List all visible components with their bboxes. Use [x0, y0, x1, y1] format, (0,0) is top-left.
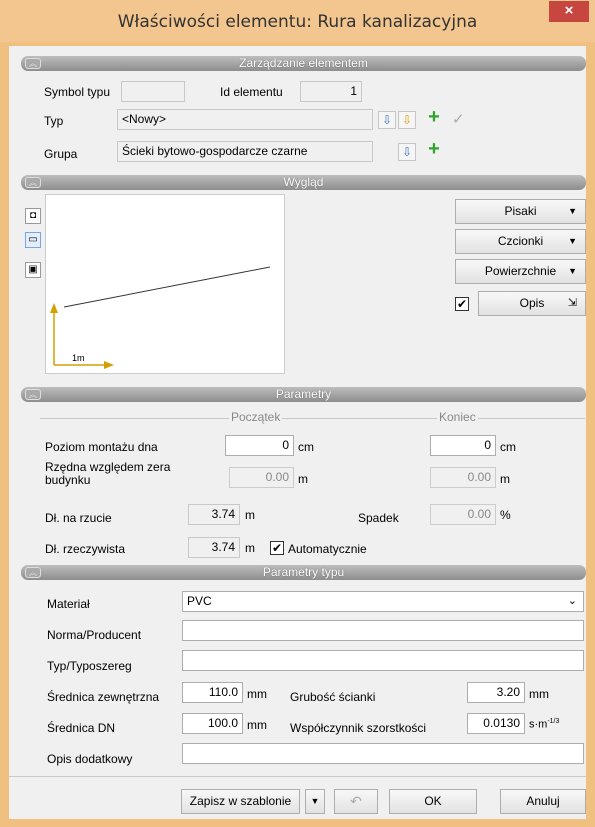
fonts-button[interactable]: Czcionki ▼ — [455, 229, 586, 254]
collapse-icon[interactable]: ︽ — [25, 389, 41, 400]
collapse-icon[interactable]: ︽ — [25, 177, 41, 188]
surfaces-button[interactable]: Powierzchnie ▼ — [455, 259, 586, 284]
ordinate-start-field[interactable]: 0.00 — [229, 467, 294, 488]
projection-field[interactable]: 3.74 — [188, 504, 240, 525]
collapse-icon[interactable]: ︽ — [25, 567, 41, 578]
extra-description-field[interactable] — [182, 743, 584, 764]
unit-m: m — [298, 472, 308, 486]
unit-m: m — [500, 472, 510, 486]
type-field[interactable]: <Nowy> — [117, 109, 373, 130]
unit-percent: % — [500, 508, 511, 522]
preview-canvas: 1m — [45, 194, 285, 374]
section-appearance-header[interactable]: ︽ Wygląd — [21, 175, 586, 190]
series-field[interactable] — [182, 650, 584, 671]
roughness-field[interactable]: 0.0130 — [467, 713, 525, 734]
unit-m: m — [245, 508, 255, 522]
save-template-button[interactable]: Zapisz w szablonie — [181, 789, 300, 814]
save-template-dropdown[interactable]: ▼ — [305, 789, 325, 814]
window-title: Właściwości elementu: Rura kanalizacyjna — [117, 12, 478, 32]
end-header: Koniec — [437, 410, 478, 424]
auto-checkbox[interactable]: ✔ — [270, 541, 284, 555]
mount-label: Poziom montażu dna — [45, 440, 158, 454]
material-label: Materiał — [47, 597, 90, 611]
norm-field[interactable] — [182, 620, 584, 641]
series-label: Typ/Typoszereg — [47, 659, 132, 673]
projection-label: Dł. na rzucie — [45, 511, 112, 525]
roughness-label: Współczynnik szorstkości — [290, 721, 427, 735]
group-label: Grupa — [44, 147, 78, 161]
symbol-label: Symbol typu — [44, 85, 111, 99]
chevron-down-icon: ⌄ — [567, 595, 577, 607]
norm-label: Norma/Producent — [47, 628, 142, 642]
symbol-field[interactable] — [121, 81, 185, 102]
unit-cm: cm — [500, 440, 516, 454]
pens-button[interactable]: Pisaki ▼ — [455, 199, 586, 224]
column-group-line — [40, 418, 585, 419]
section-type-parameters-header[interactable]: ︽ Parametry typu — [21, 565, 586, 580]
ok-button[interactable]: OK — [389, 789, 477, 814]
y-arrow-icon — [50, 303, 58, 313]
cancel-button[interactable]: Anuluj — [500, 789, 586, 814]
unit-mm: mm — [247, 718, 267, 732]
slope-field[interactable]: 0.00 — [430, 504, 496, 525]
dropdown-arrow-icon: ▼ — [310, 796, 320, 806]
dropdown-arrow-icon: ▼ — [568, 266, 577, 276]
auto-label: Automatycznie — [288, 542, 367, 556]
collapse-icon[interactable]: ︽ — [25, 58, 41, 69]
id-field[interactable]: 1 — [300, 81, 362, 102]
mount-start-field[interactable]: 0 — [225, 435, 294, 456]
export-icon: ⇲ — [567, 297, 577, 309]
opis-checkbox[interactable]: ✔ — [455, 297, 469, 311]
dn-diameter-field[interactable]: 100.0 — [182, 713, 243, 734]
undo-icon: ↶ — [350, 793, 362, 809]
wall-thickness-label: Grubość ścianki — [290, 690, 376, 704]
outer-diameter-field[interactable]: 110.0 — [182, 682, 243, 703]
check-icon[interactable]: ✓ — [452, 110, 465, 128]
type-label: Typ — [44, 114, 64, 128]
slope-label: Spadek — [358, 511, 399, 525]
extra-description-label: Opis dodatkowy — [47, 752, 133, 766]
section-management-header[interactable]: ︽ Zarządzanie elementem — [21, 56, 586, 71]
unit-cm: cm — [298, 440, 314, 454]
roughness-unit: s·m-1/3 — [529, 718, 560, 731]
start-header: Początek — [229, 410, 283, 424]
footer-separator — [9, 776, 586, 777]
unit-mm: mm — [529, 687, 549, 701]
undo-button[interactable]: ↶ — [334, 789, 378, 814]
dn-diameter-label: Średnica DN — [47, 721, 116, 735]
preview-drawing — [50, 266, 271, 369]
group-field[interactable]: Ścieki bytowo-gospodarcze czarne — [117, 141, 373, 162]
dropdown-arrow-icon: ▼ — [568, 236, 577, 246]
real-length-label: Dł. rzeczywista — [45, 542, 126, 556]
pipe-line — [63, 266, 271, 308]
save-type-icon[interactable]: ⇩ — [398, 111, 416, 129]
unit-mm: mm — [247, 687, 267, 701]
add-group-icon[interactable]: + — [424, 139, 444, 162]
dropdown-arrow-icon: ▼ — [568, 206, 577, 216]
close-button[interactable]: × — [549, 1, 589, 22]
material-select[interactable]: PVC ⌄ — [182, 591, 584, 612]
camera-icon[interactable]: ◘ — [25, 208, 41, 224]
unit-m: m — [245, 541, 255, 555]
id-label: Id elementu — [220, 85, 283, 99]
wall-thickness-field[interactable]: 3.20 — [467, 682, 525, 703]
scale-label: 1m — [72, 353, 85, 363]
outer-diameter-label: Średnica zewnętrzna — [47, 690, 160, 704]
load-type-icon[interactable]: ⇩ — [378, 111, 396, 129]
ordinate-end-field[interactable]: 0.00 — [430, 467, 496, 488]
opis-button[interactable]: Opis ⇲ — [478, 291, 586, 316]
load-group-icon[interactable]: ⇩ — [398, 143, 416, 161]
2d-view-icon[interactable]: ▭ — [25, 232, 41, 248]
section-parameters-header[interactable]: ︽ Parametry — [21, 387, 586, 402]
mount-end-field[interactable]: 0 — [430, 435, 496, 456]
x-arrow-icon — [104, 361, 114, 369]
add-type-icon[interactable]: + — [424, 107, 444, 130]
ordinate-label: Rzędna względem zera budynku — [45, 460, 171, 487]
real-length-field[interactable]: 3.74 — [188, 537, 240, 558]
3d-view-icon[interactable]: ▣ — [25, 262, 41, 278]
